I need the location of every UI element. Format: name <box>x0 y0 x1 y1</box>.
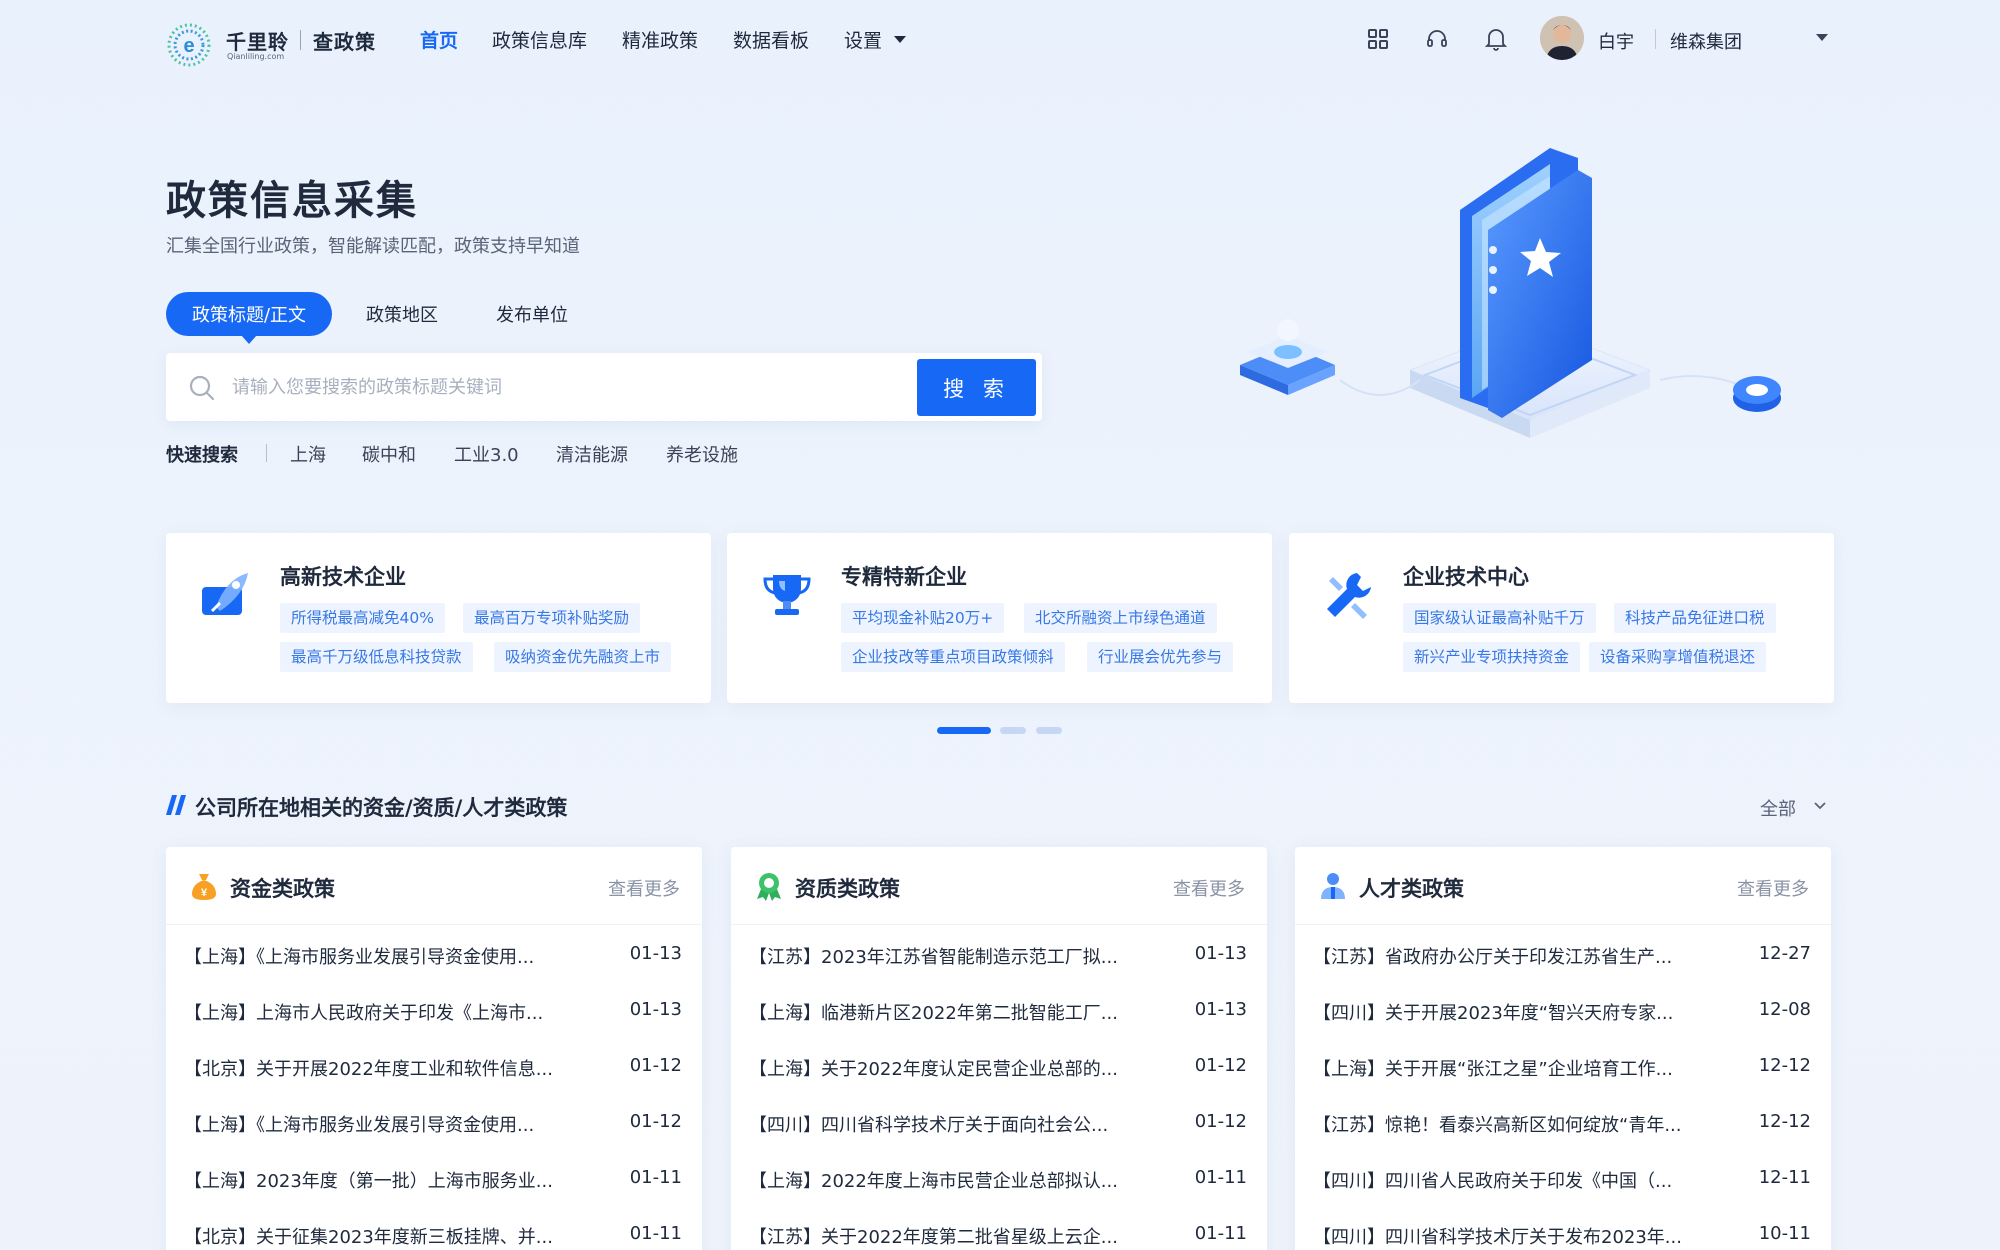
people-icon <box>1321 873 1345 899</box>
headset-icon[interactable] <box>1422 24 1452 54</box>
brand-domain: Qianliling.com <box>227 52 285 61</box>
policy-row[interactable]: 【江苏】省政府办公厅关于印发江苏省生产... 12-27 <box>1295 927 1831 983</box>
quick-search-item[interactable]: 工业3.0 <box>454 441 519 467</box>
feature-tag[interactable]: 行业展会优先参与 <box>1087 642 1234 672</box>
view-more-link[interactable]: 查看更多 <box>608 875 680 901</box>
feature-card-tech-center[interactable]: 企业技术中心 国家级认证最高补贴千万 科技产品免征进口税 新兴产业专项扶持资金 … <box>1289 533 1834 703</box>
policy-card-header: ¥ 资金类政策 查看更多 <box>166 847 702 925</box>
svg-text:¥: ¥ <box>201 887 208 899</box>
search-button[interactable]: 搜 索 <box>917 359 1036 416</box>
feature-tag[interactable]: 平均现金补贴20万+ <box>841 603 1005 633</box>
brand-name: 千里聆 <box>226 30 289 54</box>
section-mark-icon <box>166 795 186 815</box>
policy-card-title: 资金类政策 <box>230 877 335 901</box>
brand-divider <box>300 30 301 50</box>
policy-row[interactable]: 【上海】关于开展“张江之星”企业培育工作... 12-12 <box>1295 1039 1831 1095</box>
policy-row[interactable]: 【四川】四川省科学技术厅关于面向社会公... 01-12 <box>731 1095 1267 1151</box>
carousel-dot-3[interactable] <box>1036 727 1062 734</box>
page-title: 政策信息采集 <box>166 178 418 224</box>
section-filter[interactable]: 全部 <box>1760 795 1796 821</box>
nav-item-dashboard[interactable]: 数据看板 <box>733 26 809 53</box>
policy-row[interactable]: 【北京】关于开展2022年度工业和软件信息... 01-12 <box>166 1039 702 1095</box>
view-more-link[interactable]: 查看更多 <box>1173 875 1245 901</box>
user-name: 白宇 <box>1598 32 1634 53</box>
tab-policy-region[interactable]: 政策地区 <box>366 292 438 336</box>
feature-tag[interactable]: 设备采购享增值税退还 <box>1589 642 1767 672</box>
quick-search-item[interactable]: 上海 <box>290 441 326 467</box>
trophy-icon <box>763 575 811 615</box>
view-more-link[interactable]: 查看更多 <box>1737 875 1809 901</box>
product-name: 查政策 <box>313 30 376 54</box>
policy-row[interactable]: 【江苏】2023年江苏省智能制造示范工厂拟... 01-13 <box>731 927 1267 983</box>
quick-search-label: 快速搜索 <box>166 445 238 466</box>
policy-row[interactable]: 【北京】关于征集2023年度新三板挂牌、并... 01-11 <box>166 1207 702 1250</box>
policy-card-funding: ¥ 资金类政策 查看更多 【上海】《上海市服务业发展引导资金使用... 01-13… <box>166 847 702 1250</box>
policy-row[interactable]: 【江苏】惊艳！看泰兴高新区如何绽放“青年... 12-12 <box>1295 1095 1831 1151</box>
policy-card-qualification: 资质类政策 查看更多 【江苏】2023年江苏省智能制造示范工厂拟... 01-13… <box>731 847 1267 1250</box>
policy-card-title: 资质类政策 <box>795 877 900 901</box>
apps-grid-icon[interactable] <box>1363 24 1393 54</box>
feature-card-title: 企业技术中心 <box>1403 565 1529 589</box>
feature-card-high-tech[interactable]: 高新技术企业 所得税最高减免40% 最高百万专项补贴奖励 最高千万级低息科技贷款… <box>166 533 711 703</box>
feature-tag[interactable]: 企业技改等重点项目政策倾斜 <box>841 642 1065 672</box>
feature-tag[interactable]: 最高百万专项补贴奖励 <box>463 603 641 633</box>
org-dropdown-icon[interactable] <box>1816 34 1828 41</box>
brand-logo-icon: e <box>167 23 211 67</box>
policy-card-header: 资质类政策 查看更多 <box>731 847 1267 925</box>
settings-caret-icon[interactable] <box>894 36 906 43</box>
feature-tag[interactable]: 新兴产业专项扶持资金 <box>1403 642 1581 672</box>
award-badge-icon <box>757 873 781 901</box>
active-tab-pointer <box>241 335 257 344</box>
policy-row[interactable]: 【上海】关于2022年度认定民营企业总部的... 01-12 <box>731 1039 1267 1095</box>
feature-tag[interactable]: 最高千万级低息科技贷款 <box>280 642 473 672</box>
policy-row[interactable]: 【江苏】关于2022年度第二批省星级上云企... 01-11 <box>731 1207 1267 1250</box>
feature-tag[interactable]: 北交所融资上市绿色通道 <box>1024 603 1217 633</box>
nav-item-precise-policy[interactable]: 精准政策 <box>622 26 698 53</box>
rocket-icon <box>202 573 248 615</box>
feature-tag[interactable]: 吸纳资金优先融资上市 <box>494 642 672 672</box>
feature-tag[interactable]: 国家级认证最高补贴千万 <box>1403 603 1596 633</box>
money-bag-icon: ¥ <box>192 874 216 900</box>
nav-item-home[interactable]: 首页 <box>420 26 458 53</box>
policy-row[interactable]: 【四川】四川省科学技术厅关于发布2023年... 10-11 <box>1295 1207 1831 1250</box>
feature-card-title: 高新技术企业 <box>280 565 406 589</box>
carousel-dot-1[interactable] <box>937 727 991 734</box>
bell-icon[interactable] <box>1481 24 1511 54</box>
search-input[interactable] <box>232 368 912 406</box>
feature-card-specialized[interactable]: 专精特新企业 平均现金补贴20万+ 北交所融资上市绿色通道 企业技改等重点项目政… <box>727 533 1272 703</box>
policy-book-illustration <box>1240 148 1781 438</box>
policy-row[interactable]: 【上海】临港新片区2022年第二批智能工厂... 01-13 <box>731 983 1267 1039</box>
nav-item-settings[interactable]: 设置 <box>844 26 882 53</box>
policy-card-talent: 人才类政策 查看更多 【江苏】省政府办公厅关于印发江苏省生产... 12-27 【… <box>1295 847 1831 1250</box>
policy-row[interactable]: 【上海】上海市人民政府关于印发《上海市... 01-13 <box>166 983 702 1039</box>
feature-card-title: 专精特新企业 <box>841 565 967 589</box>
page-subtitle: 汇集全国行业政策，智能解读匹配，政策支持早知道 <box>166 236 580 257</box>
section-title: 公司所在地相关的资金/资质/人才类政策 <box>195 796 568 820</box>
quick-search-item[interactable]: 清洁能源 <box>556 441 628 467</box>
policy-row[interactable]: 【上海】《上海市服务业发展引导资金使用... 01-12 <box>166 1095 702 1151</box>
policy-row[interactable]: 【上海】《上海市服务业发展引导资金使用... 01-13 <box>166 927 702 983</box>
org-name[interactable]: 维森集团 <box>1670 28 1742 54</box>
svg-text:e: e <box>183 35 194 57</box>
chevron-down-icon[interactable] <box>1813 798 1827 812</box>
feature-tag[interactable]: 所得税最高减免40% <box>280 603 445 633</box>
user-avatar[interactable] <box>1540 16 1584 60</box>
search-icon <box>189 375 215 401</box>
policy-card-title: 人才类政策 <box>1359 877 1464 901</box>
policy-row[interactable]: 【上海】2023年度（第一批）上海市服务业... 01-11 <box>166 1151 702 1207</box>
policy-row[interactable]: 【上海】2022年度上海市民营企业总部拟认... 01-11 <box>731 1151 1267 1207</box>
tab-publisher[interactable]: 发布单位 <box>496 292 568 336</box>
quick-search-item[interactable]: 养老设施 <box>666 441 738 467</box>
quick-search-item[interactable]: 碳中和 <box>362 441 416 467</box>
policy-row[interactable]: 【四川】关于开展2023年度“智兴天府专家... 12-08 <box>1295 983 1831 1039</box>
policy-row[interactable]: 【四川】四川省人民政府关于印发《中国（... 12-11 <box>1295 1151 1831 1207</box>
policy-card-header: 人才类政策 查看更多 <box>1295 847 1831 925</box>
feature-tag[interactable]: 科技产品免征进口税 <box>1614 603 1776 633</box>
carousel-dot-2[interactable] <box>1000 727 1026 734</box>
tab-policy-title[interactable]: 政策标题/正文 <box>166 292 332 336</box>
quick-search-divider <box>266 444 267 462</box>
nav-item-policy-library[interactable]: 政策信息库 <box>492 26 587 53</box>
wrench-tools-icon <box>1327 573 1371 619</box>
user-divider <box>1655 29 1656 49</box>
